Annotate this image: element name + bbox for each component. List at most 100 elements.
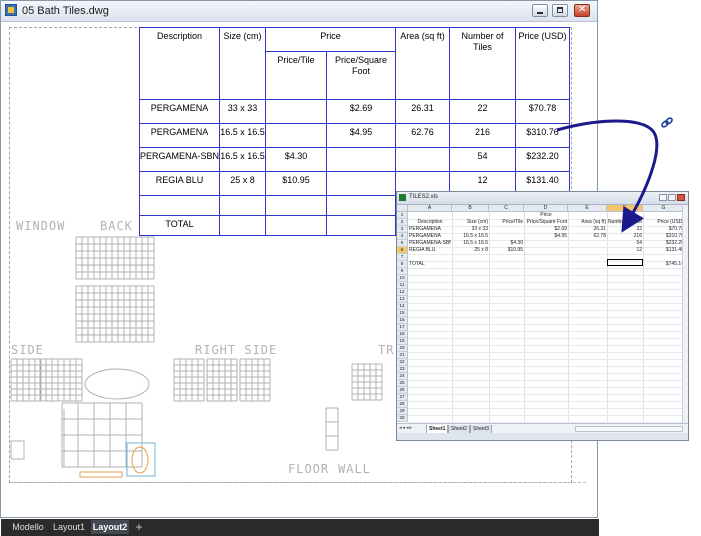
table-cell-price-tile[interactable]	[265, 195, 327, 216]
table-cell-price-sqft[interactable]	[326, 147, 396, 172]
column-header[interactable]: F	[607, 205, 643, 212]
spreadsheet-grid[interactable]: A B C D E F G 1 2 3 4 5 6 7 8 9 10 11 12 13 14 15 16 17 18 19 20 21…	[397, 205, 685, 423]
spreadsheet-close-icon[interactable]	[677, 194, 685, 201]
sheet-cell[interactable]: 62.78	[569, 233, 606, 240]
row-header[interactable]: 27	[397, 394, 408, 401]
row-header[interactable]: 30	[397, 415, 408, 422]
table-cell-price-usd[interactable]: $232.20	[515, 147, 570, 172]
sheet-cell[interactable]: 26.31	[569, 226, 606, 233]
maximize-icon[interactable]	[552, 4, 568, 17]
sheet-cell[interactable]: $4.95	[525, 233, 567, 240]
spreadsheet-vertical-scrollbar[interactable]	[682, 205, 688, 423]
table-cell-description[interactable]	[139, 195, 220, 216]
table-cell-description[interactable]: TOTAL	[139, 215, 220, 236]
row-header[interactable]: 10	[397, 275, 408, 282]
sheet-cell[interactable]	[569, 240, 606, 247]
sheet-cell[interactable]: PERGAMENA	[409, 226, 451, 233]
table-cell-price-sqft[interactable]: $4.95	[326, 123, 396, 148]
table-cell-number[interactable]: 22	[449, 99, 516, 124]
row-header[interactable]: 2	[397, 219, 408, 226]
table-cell-price-usd[interactable]: $310.76	[515, 123, 570, 148]
table-cell-price-tile[interactable]: $4.30	[265, 147, 327, 172]
sheet-cell[interactable]: PERGAMENA	[409, 233, 451, 240]
plus-icon[interactable]: +	[133, 520, 145, 534]
row-header[interactable]: 14	[397, 303, 408, 310]
row-header[interactable]: 16	[397, 317, 408, 324]
sheet-cell[interactable]: $70.78	[644, 226, 684, 233]
sheet-cell[interactable]: 12	[608, 247, 642, 254]
row-header[interactable]: 3	[397, 226, 408, 233]
sheet-cell[interactable]	[525, 247, 567, 254]
sheet-cell[interactable]: Area (sq ft)	[569, 219, 606, 226]
sheet-cell[interactable]: Price/Square Foot	[525, 219, 567, 226]
spreadsheet-titlebar[interactable]: TILES2.xls	[397, 192, 688, 205]
minimize-icon[interactable]	[532, 4, 548, 17]
sheet-cell[interactable]: 16.5 x 16.5	[453, 240, 488, 247]
row-header[interactable]: 26	[397, 387, 408, 394]
column-header[interactable]: A	[408, 205, 452, 212]
sheet-cell[interactable]: 54	[608, 240, 642, 247]
row-header[interactable]: 6	[397, 247, 408, 254]
table-cell-price-tile[interactable]	[265, 215, 327, 236]
sheet-cell[interactable]	[525, 240, 567, 247]
select-all-corner[interactable]	[397, 205, 408, 212]
table-row[interactable]: PERGAMENA 33 x 33 $2.69 26.31 22 $70.78	[139, 99, 570, 124]
row-header[interactable]: 22	[397, 359, 408, 366]
table-row[interactable]: PERGAMENA 16.5 x 16.5 $4.95 62.76 216 $310.76	[139, 123, 570, 148]
row-header[interactable]: 12	[397, 289, 408, 296]
table-cell-price-sqft[interactable]	[326, 195, 396, 216]
sheet-cell[interactable]: Price/Tile	[490, 219, 523, 226]
layout-tab-modello[interactable]: Modello	[9, 520, 47, 534]
sheet-cell[interactable]: REGIA BLU	[409, 247, 451, 254]
table-cell-price-tile[interactable]: $10.95	[265, 171, 327, 196]
row-header[interactable]: 15	[397, 310, 408, 317]
sheet-cell[interactable]: 25 x 8	[453, 247, 488, 254]
table-cell-size[interactable]	[219, 195, 266, 216]
table-cell-price-sqft[interactable]	[326, 215, 396, 236]
table-cell-description[interactable]: PERGAMENA-SBN	[139, 147, 220, 172]
row-header[interactable]: 19	[397, 338, 408, 345]
spreadsheet-horizontal-scrollbar[interactable]	[575, 426, 683, 432]
close-icon[interactable]	[574, 4, 590, 17]
table-cell-price-usd[interactable]: $70.78	[515, 99, 570, 124]
row-header[interactable]: 29	[397, 408, 408, 415]
table-cell-description[interactable]: PERGAMENA	[139, 123, 220, 148]
row-header[interactable]: 9	[397, 268, 408, 275]
sheet-cell[interactable]: $232.20	[644, 240, 684, 247]
sheet-cell[interactable]: TOTAL	[409, 261, 451, 268]
sheet-cell[interactable]: 216	[608, 233, 642, 240]
table-cell-area[interactable]	[395, 147, 450, 172]
sheet-cell[interactable]: $310.76	[644, 233, 684, 240]
sheet-cell[interactable]: Price (USD)	[644, 219, 684, 226]
table-cell-area[interactable]: 62.76	[395, 123, 450, 148]
row-header[interactable]: 20	[397, 345, 408, 352]
sheet-cell[interactable]: Size (cm)	[453, 219, 488, 226]
layout-tab-layout1[interactable]: Layout1	[51, 520, 87, 534]
sheet-cell[interactable]: 33 x 33	[453, 226, 488, 233]
table-cell-size[interactable]: 16.5 x 16.5	[219, 123, 266, 148]
sheet-cell[interactable]: Price	[525, 212, 567, 219]
row-header[interactable]: 8	[397, 261, 408, 268]
row-header[interactable]: 11	[397, 282, 408, 289]
table-cell-size[interactable]: 25 x 8	[219, 171, 266, 196]
sheet-cell[interactable]	[490, 233, 523, 240]
row-header[interactable]: 7	[397, 254, 408, 261]
layout-tab-layout2[interactable]: Layout2	[91, 520, 129, 534]
sheet-cell[interactable]: 22	[608, 226, 642, 233]
sheet-cell[interactable]	[569, 247, 606, 254]
row-header[interactable]: 24	[397, 373, 408, 380]
spreadsheet-minimize-icon[interactable]	[659, 194, 667, 201]
row-header[interactable]: 18	[397, 331, 408, 338]
row-header[interactable]: 23	[397, 366, 408, 373]
table-cell-size[interactable]	[219, 215, 266, 236]
table-cell-size[interactable]: 33 x 33	[219, 99, 266, 124]
sheet-cell[interactable]: $4.30	[490, 240, 523, 247]
table-cell-area[interactable]: 26.31	[395, 99, 450, 124]
row-header[interactable]: 4	[397, 233, 408, 240]
table-cell-size[interactable]: 16.5 x 16.5	[219, 147, 266, 172]
row-header[interactable]: 13	[397, 296, 408, 303]
row-header[interactable]: 25	[397, 380, 408, 387]
column-header[interactable]: D	[524, 205, 568, 212]
sheet-cell[interactable]: $131.40	[644, 247, 684, 254]
table-cell-price-tile[interactable]	[265, 99, 327, 124]
